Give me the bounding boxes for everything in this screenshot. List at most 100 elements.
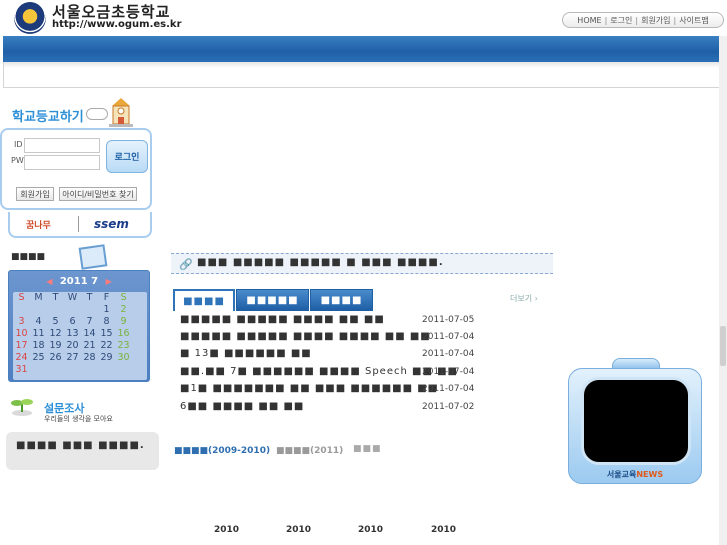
year-label: 2010 [358, 525, 384, 535]
calendar-day[interactable]: 1 [98, 304, 115, 316]
school-logo-icon[interactable] [14, 2, 46, 34]
calendar-day [13, 304, 30, 316]
news-title[interactable]: ■■■■■ ■■■■■ ■■■■ ■■■■ ■■ ■■ [180, 331, 431, 342]
calendar-day[interactable]: 31 [13, 364, 30, 376]
calendar-day[interactable]: 2 [115, 304, 132, 316]
news-title[interactable]: ■■.■■ 7■ ■■■■■■ ■■■■ Speech ■■ ■■ [180, 366, 458, 377]
next-month-icon[interactable]: ▶ [106, 277, 112, 286]
calendar-month: 7 [91, 276, 99, 287]
calendar-day[interactable]: 28 [81, 352, 98, 364]
calendar-day[interactable]: 21 [81, 340, 98, 352]
calendar-day [98, 364, 115, 376]
login-button[interactable]: 로그인 [106, 140, 148, 173]
news-title[interactable]: 6■■ ■■■■ ■■ ■■ [180, 401, 304, 412]
nav-sitemap-link[interactable]: 사이트맵 [679, 15, 708, 26]
calendar-day[interactable]: 29 [98, 352, 115, 364]
news-title[interactable]: ■ 13■ ■■■■■■ ■■ [180, 348, 312, 359]
survey-box[interactable]: ■■■■ ■■■ ■■■■. [6, 432, 159, 470]
calendar-week-row: 24 25 26 27 28 29 30 [13, 352, 147, 364]
calendar-week-row: 17 18 19 20 21 22 23 [13, 340, 147, 352]
year-tab-2009-2010[interactable]: ■■■■(2009-2010) [174, 446, 270, 456]
calendar-day[interactable]: 9 [115, 316, 132, 328]
calendar-day[interactable]: 10 [13, 328, 30, 340]
nav-signup-link[interactable]: 회원가입 [641, 15, 670, 26]
calendar-day[interactable]: 5 [47, 316, 64, 328]
more-link[interactable]: 더보기 › [510, 293, 538, 304]
news-date: 2011-07-02 [422, 402, 475, 412]
link-icon: 🔗 [179, 258, 193, 271]
calendar-day[interactable]: 15 [98, 328, 115, 340]
calendar-day[interactable]: 12 [47, 328, 64, 340]
calendar-week-row: 3456789 [13, 316, 147, 328]
kids-banner-link[interactable]: 꿈나무 [26, 218, 51, 231]
calendar-day[interactable]: 23 [115, 340, 132, 352]
news-item[interactable]: ■■■■■ ■■■■■ ■■■■ ■■ ■■ 2011-07-05 [180, 314, 474, 328]
calendar-day[interactable]: 16 [115, 328, 132, 340]
calendar-day[interactable]: 22 [98, 340, 115, 352]
survey-text: ■■■■ ■■■ ■■■■. [16, 440, 145, 451]
calendar-day[interactable]: 17 [13, 340, 30, 352]
tab-1[interactable]: ■■■■ [173, 289, 235, 311]
weekday-label: S [120, 292, 127, 303]
news-item[interactable]: ■ 13■ ■■■■■■ ■■ 2011-07-04 [180, 348, 474, 362]
password-input[interactable] [24, 155, 100, 170]
weekday-label: F [103, 292, 110, 303]
news-item[interactable]: ■■■■■ ■■■■■ ■■■■ ■■■■ ■■ ■■ 2011-07-04 [180, 331, 474, 345]
news-date: 2011-07-04 [422, 349, 475, 359]
login-title: 학교등교하기 [12, 110, 84, 125]
signup-button[interactable]: 회원가입 [16, 187, 54, 201]
calendar-week-row: 12 [13, 304, 147, 316]
id-input[interactable] [24, 138, 100, 153]
nav-login-link[interactable]: 로그인 [610, 15, 632, 26]
calendar-day[interactable]: 11 [30, 328, 47, 340]
calendar-grid: S M T W T F S 1 2 3 4 5 6 7 8 9 10 11 12 13 14 15 16 17 1… [13, 292, 147, 380]
tab-3[interactable]: ■■■■ [310, 289, 373, 311]
tv-screen[interactable] [581, 377, 691, 465]
calendar-day[interactable]: 20 [64, 340, 81, 352]
tab-2[interactable]: ■■■■■ [236, 289, 309, 311]
calendar-day[interactable]: 30 [115, 352, 132, 364]
seoul-edu-news-widget[interactable]: 서울교육NEWS [568, 358, 704, 486]
calendar-day [64, 364, 81, 376]
calendar-day [81, 364, 98, 376]
calendar-day[interactable]: 6 [64, 316, 81, 328]
news-item[interactable]: ■1■ ■■■■■■■ ■■ ■■■ ■■■■■■ ■■ 2011-07-04 [180, 383, 474, 397]
calendar-day[interactable]: 24 [13, 352, 30, 364]
news-item[interactable]: 6■■ ■■■■ ■■ ■■ 2011-07-02 [180, 401, 474, 415]
calendar-day[interactable]: 8 [98, 316, 115, 328]
scroll-thumb[interactable] [720, 326, 726, 366]
calendar-day[interactable]: 3 [13, 316, 30, 328]
news-date: 2011-07-04 [422, 367, 475, 377]
news-title[interactable]: ■1■ ■■■■■■■ ■■ ■■■ ■■■■■■ ■■ [180, 383, 438, 394]
calendar-day[interactable]: 27 [64, 352, 81, 364]
calendar-day[interactable]: 26 [47, 352, 64, 364]
calendar-day[interactable]: 7 [81, 316, 98, 328]
id-label: ID [14, 140, 23, 149]
news-title[interactable]: ■■■■■ ■■■■■ ■■■■ ■■ ■■ [180, 314, 385, 325]
calendar-day[interactable]: 25 [30, 352, 47, 364]
find-account-button[interactable]: 아이디/비밀번호 찾기 [59, 187, 137, 201]
school-building-icon [109, 98, 133, 127]
calendar-year: 2011 [59, 276, 88, 287]
prev-month-icon[interactable]: ◀ [46, 277, 52, 286]
notice-text: ■■■ ■■■■■ ■■■■■ ■ ■■■ ■■■■. [197, 257, 444, 268]
weekday-label: S [18, 292, 25, 303]
news-item[interactable]: ■■.■■ 7■ ■■■■■■ ■■■■ Speech ■■ ■■ 2011-07… [180, 366, 474, 380]
year-tab-extra[interactable]: ■■■ [353, 444, 382, 454]
calendar-day[interactable]: 13 [64, 328, 81, 340]
calendar-week-row: 31 [13, 364, 147, 376]
calendar-day[interactable]: 4 [30, 316, 47, 328]
calendar-day[interactable]: 18 [30, 340, 47, 352]
calendar-day[interactable]: 19 [47, 340, 64, 352]
notice-bar[interactable]: 🔗 ■■■ ■■■■■ ■■■■■ ■ ■■■ ■■■■. [171, 253, 553, 274]
calendar-day[interactable]: 14 [81, 328, 98, 340]
nav-home-link[interactable]: HOME [577, 16, 601, 25]
year-tab-2011[interactable]: ■■■■(2011) [276, 446, 343, 456]
weekday-label: M [34, 292, 43, 303]
ssem-banner-link[interactable]: ssem [94, 217, 129, 231]
calendar-weekday-row: S M T W T F S [13, 292, 147, 304]
calendar-day [115, 364, 132, 376]
news-date: 2011-07-05 [422, 315, 475, 325]
vertical-scrollbar[interactable] [719, 36, 727, 545]
calendar-day [47, 304, 64, 316]
